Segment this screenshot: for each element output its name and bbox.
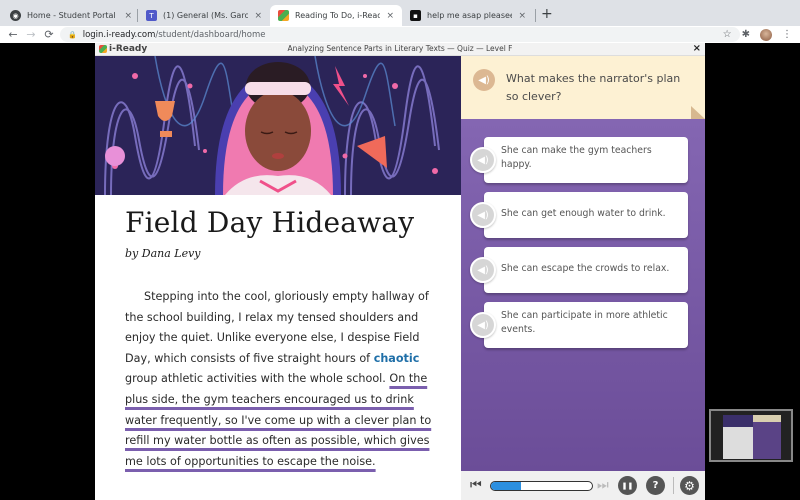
skip-back-icon[interactable]: ⏮	[470, 478, 482, 493]
question-page-fold	[691, 106, 705, 119]
globe-icon: ◉	[10, 10, 21, 21]
help-button[interactable]: ?	[646, 476, 665, 495]
forward-button[interactable]: →	[22, 28, 40, 41]
question-box: ◀) What makes the narrator's plan so cle…	[461, 56, 705, 119]
question-audio-speaker-icon[interactable]: ◀)	[473, 69, 495, 91]
answer-choice-1[interactable]: ◀) She can make the gym teachers happy.	[470, 137, 688, 183]
story-title: Field Day Hideaway	[125, 206, 415, 239]
progress-fill	[491, 482, 522, 490]
profile-avatar[interactable]	[760, 28, 772, 41]
address-bar[interactable]: 🔒 login.i-ready.com/student/dashboard/ho…	[60, 27, 740, 42]
answer-choice-4[interactable]: ◀) She can participate in more athletic …	[470, 302, 688, 348]
brainly-icon: ▪	[410, 10, 421, 21]
answer-choice-2[interactable]: ◀) She can get enough water to drink.	[470, 192, 688, 238]
iready-icon	[278, 10, 289, 21]
story-byline: by Dana Levy	[125, 247, 201, 260]
skip-next-icon[interactable]: ⏭	[597, 478, 609, 493]
url-path: /student/dashboard/home	[155, 29, 266, 40]
close-tab-icon[interactable]: ×	[518, 11, 526, 21]
browser-menu-icon[interactable]: ⋮	[782, 29, 792, 40]
choice-audio-speaker-icon[interactable]: ◀)	[470, 257, 496, 283]
browser-tab-strip: ◉ Home - Student Portal × T (1) General …	[0, 0, 800, 26]
passage-pane: Field Day Hideaway by Dana Levy Stepping…	[95, 56, 461, 500]
tab-home-student-portal[interactable]: ◉ Home - Student Portal ×	[2, 5, 140, 26]
reload-button[interactable]: ⟳	[40, 28, 58, 41]
close-tab-icon[interactable]: ×	[254, 11, 262, 21]
tab-reading-to-do-iready[interactable]: Reading To Do, i-Ready ×	[270, 5, 402, 26]
highlighted-sentence: On the plus side, the gym teachers encou…	[125, 372, 432, 468]
question-text: What makes the narrator's plan so clever…	[506, 72, 681, 103]
back-button[interactable]: ←	[4, 28, 22, 41]
choice-audio-speaker-icon[interactable]: ◀)	[470, 202, 496, 228]
close-lesson-button[interactable]: ×	[693, 43, 701, 54]
lesson-title: Analyzing Sentence Parts in Literary Tex…	[287, 44, 513, 53]
audio-player-bar: ⏮ ⏭ ❚❚ ? ⚙	[461, 471, 705, 500]
bookmark-star-icon[interactable]: ☆	[723, 29, 732, 40]
story-illustration	[95, 56, 461, 195]
tab-teams-general[interactable]: T (1) General (Ms. Garcia Period ×	[138, 5, 270, 26]
pause-button[interactable]: ❚❚	[618, 476, 637, 495]
close-tab-icon[interactable]: ×	[124, 11, 132, 21]
vocab-word-link[interactable]: chaotic	[374, 352, 420, 365]
tab-divider	[535, 9, 536, 22]
choice-audio-speaker-icon[interactable]: ◀)	[470, 312, 496, 338]
url-domain: login.i-ready.com	[82, 29, 156, 40]
new-tab-button[interactable]: +	[541, 6, 553, 22]
answer-choice-3[interactable]: ◀) She can escape the crowds to relax.	[470, 247, 688, 293]
settings-button[interactable]: ⚙	[680, 476, 699, 495]
browser-toolbar: ← → ⟳ 🔒 login.i-ready.com/student/dashbo…	[0, 26, 800, 43]
teams-icon: T	[146, 10, 157, 21]
toolbar-divider	[673, 477, 674, 494]
lock-icon: 🔒	[68, 30, 77, 39]
extensions-icon[interactable]: ✱	[742, 29, 750, 40]
passage-paragraph: Stepping into the cool, gloriously empty…	[125, 290, 432, 468]
close-tab-icon[interactable]: ×	[386, 11, 394, 21]
tab-brainly-help[interactable]: ▪ help me asap pleasee:(( iready ×	[402, 5, 534, 26]
progress-bar[interactable]	[490, 481, 593, 491]
screen-preview-thumbnail[interactable]	[709, 409, 793, 462]
choice-audio-speaker-icon[interactable]: ◀)	[470, 147, 496, 173]
question-pane: ◀) What makes the narrator's plan so cle…	[461, 56, 705, 471]
iready-header: i-Ready Analyzing Sentence Parts in Lite…	[95, 43, 705, 56]
